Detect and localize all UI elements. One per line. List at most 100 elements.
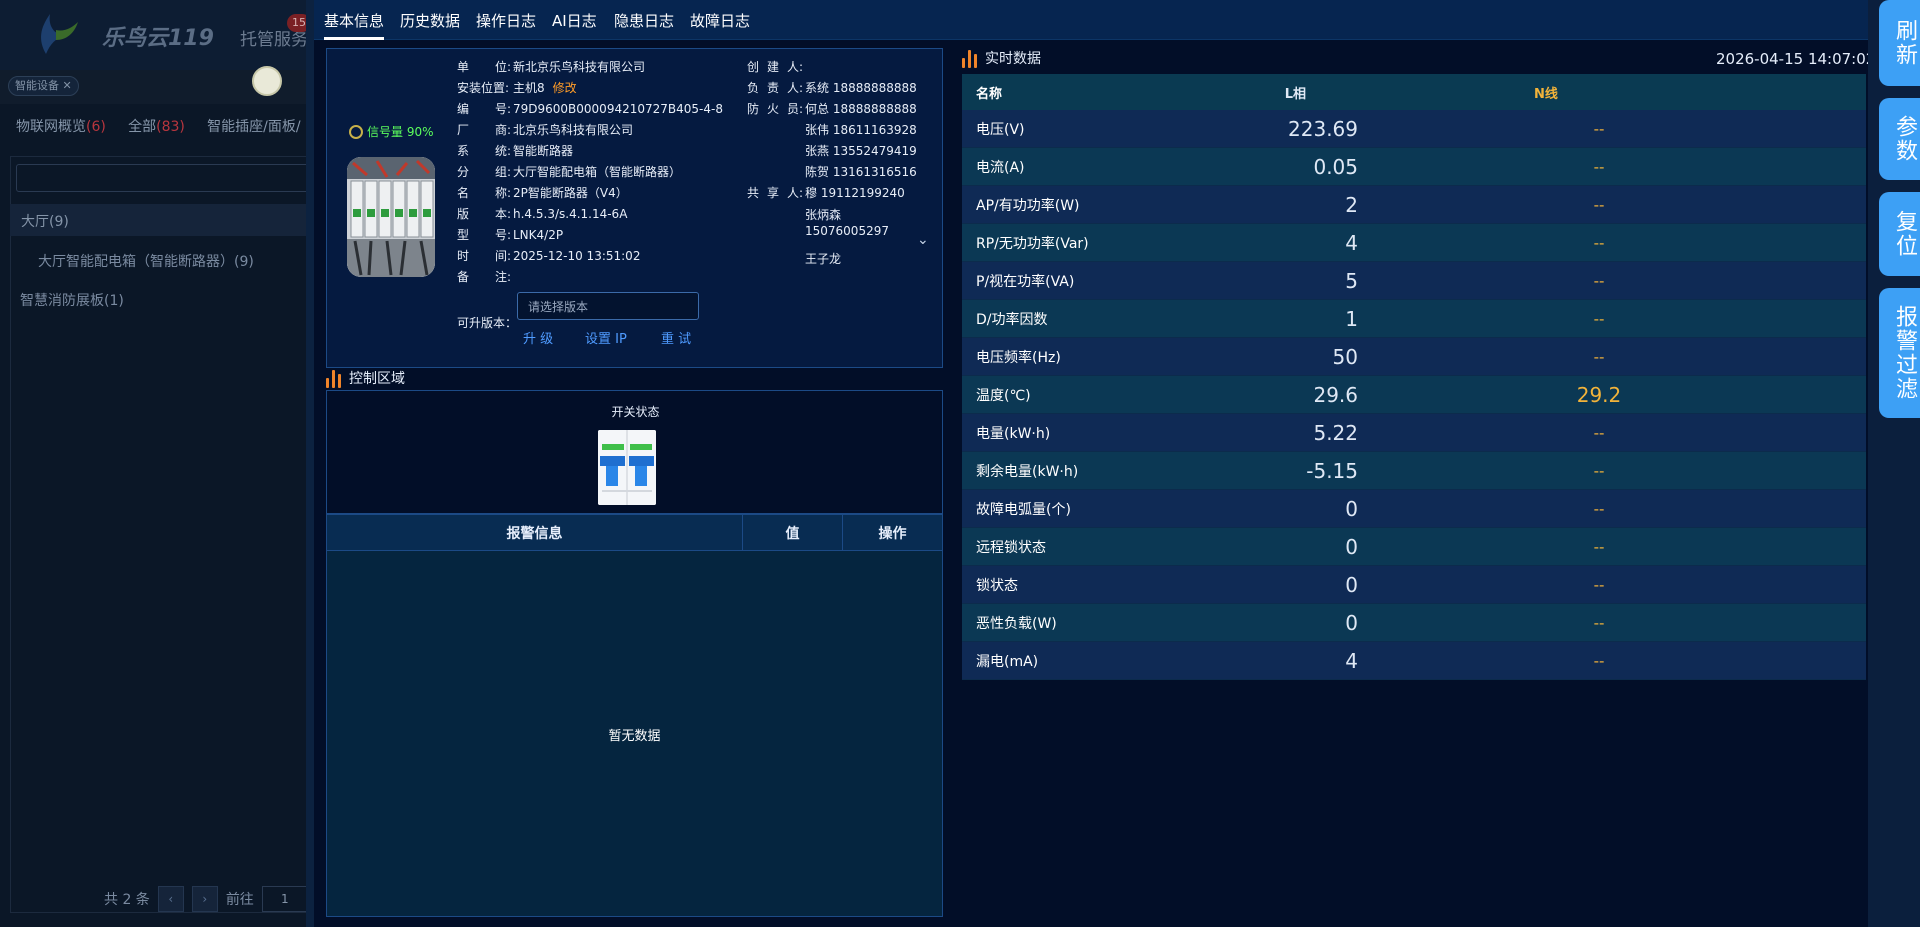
realtime-title: 实时数据 bbox=[962, 48, 1041, 68]
owners-fields: 创建人: 负责人: 系统 18888888888 防火员: 何总 188888888… bbox=[747, 57, 925, 270]
bg-tab-all[interactable]: 全部(83) bbox=[128, 119, 185, 135]
breaker-switch-icon[interactable] bbox=[598, 430, 656, 505]
metric-name: 恶性负载(W) bbox=[976, 615, 1057, 632]
metric-n-value: -- bbox=[1593, 119, 1605, 138]
avatar[interactable] bbox=[252, 66, 282, 96]
realtime-table-body: 电压(V) 223.69 -- 电流(A) 0.05 -- AP/有功功率(W) 2 -- RP/… bbox=[962, 110, 1866, 680]
tab-fault-log[interactable]: 故障日志 bbox=[690, 10, 750, 31]
alarm-header-info: 报警信息 bbox=[327, 515, 743, 550]
metric-l-value: 5.22 bbox=[1313, 420, 1358, 445]
metric-name: 远程锁状态 bbox=[976, 539, 1046, 556]
metric-name: 锁状态 bbox=[976, 577, 1018, 594]
metric-n-value: -- bbox=[1593, 499, 1605, 518]
info-row-remark: 备注: bbox=[457, 270, 511, 284]
control-area: 开关状态 bbox=[326, 390, 943, 514]
metric-name: 剩余电量(kW·h) bbox=[976, 463, 1079, 480]
tab-basic-info[interactable]: 基本信息 bbox=[324, 10, 385, 40]
metric-l-value: 2 bbox=[1345, 192, 1358, 217]
realtime-row: 电压频率(Hz) 50 -- bbox=[962, 338, 1866, 376]
realtime-row: 电量(kW·h) 5.22 -- bbox=[962, 414, 1866, 452]
signal-icon bbox=[349, 124, 363, 139]
bars-icon bbox=[326, 368, 341, 388]
info-row-unit: 单位: 新北京乐鸟科技有限公司 bbox=[457, 60, 646, 74]
tree-item[interactable]: 大厅(9) bbox=[10, 204, 310, 236]
info-row-name: 名称: 2P智能断路器（V4） bbox=[457, 186, 628, 200]
realtime-row: RP/无功功率(Var) 4 -- bbox=[962, 224, 1866, 262]
device-detail-modal: 基本信息 历史数据 操作日志 AI日志 隐患日志 故障日志 信号量 90% 单 … bbox=[306, 0, 1876, 927]
realtime-row: 电压(V) 223.69 -- bbox=[962, 110, 1866, 148]
metric-name: 漏电(mA) bbox=[976, 653, 1039, 670]
info-row-system: 系统: 智能断路器 bbox=[457, 144, 574, 158]
realtime-row: P/视在功率(VA) 5 -- bbox=[962, 262, 1866, 300]
prev-page-button[interactable]: ‹ bbox=[157, 886, 184, 912]
realtime-title-text: 实时数据 bbox=[985, 51, 1041, 67]
metric-l-value: 0 bbox=[1345, 610, 1358, 635]
metric-l-value: 0 bbox=[1345, 496, 1358, 521]
realtime-table-header: 名称 L相 N线 bbox=[962, 74, 1866, 110]
tag-label: 智能设备 bbox=[15, 79, 59, 92]
metric-name: RP/无功功率(Var) bbox=[976, 235, 1089, 252]
bars-icon bbox=[962, 48, 977, 68]
metric-n-value: -- bbox=[1593, 423, 1605, 442]
upgrade-button[interactable]: 升 级 bbox=[523, 328, 553, 347]
metric-n-value: -- bbox=[1593, 157, 1605, 176]
version-label: 可升版本： bbox=[457, 316, 518, 330]
metric-name: 电流(A) bbox=[976, 159, 1025, 176]
realtime-row: 漏电(mA) 4 -- bbox=[962, 642, 1866, 680]
tab-operation-log[interactable]: 操作日志 bbox=[476, 10, 536, 31]
tree-item[interactable]: 智慧消防展板(1) bbox=[20, 290, 124, 310]
tag-chip[interactable]: 智能设备 ✕ bbox=[8, 76, 79, 96]
realtime-row: 恶性负载(W) 0 -- bbox=[962, 604, 1866, 642]
metric-l-value: -5.15 bbox=[1306, 458, 1358, 483]
chevron-down-icon[interactable]: ⌄ bbox=[917, 232, 929, 248]
detail-tabbar: 基本信息 历史数据 操作日志 AI日志 隐患日志 故障日志 bbox=[314, 0, 1876, 40]
info-row-model: 型号: LNK4/2P bbox=[457, 228, 564, 242]
metric-n-value: -- bbox=[1593, 461, 1605, 480]
close-icon[interactable]: ✕ bbox=[63, 79, 72, 92]
metric-n-value: -- bbox=[1593, 233, 1605, 252]
refresh-button[interactable]: 刷新 bbox=[1879, 0, 1920, 86]
tab-history[interactable]: 历史数据 bbox=[400, 10, 460, 31]
reset-button[interactable]: 复位 bbox=[1879, 192, 1920, 276]
tab-ai-log[interactable]: AI日志 bbox=[552, 10, 597, 31]
pager-goto: 前往 bbox=[225, 892, 254, 908]
creator-row: 创建人: bbox=[747, 60, 803, 74]
bg-search-input[interactable] bbox=[16, 164, 316, 192]
alarm-empty-text: 暂无数据 bbox=[608, 729, 661, 744]
signal-strength: 信号量 90% bbox=[349, 123, 434, 140]
next-page-button[interactable]: › bbox=[191, 886, 218, 912]
metric-l-value: 5 bbox=[1345, 268, 1358, 293]
metric-l-value: 0 bbox=[1345, 572, 1358, 597]
metric-n-value: -- bbox=[1593, 537, 1605, 556]
tree-item[interactable]: 大厅智能配电箱（智能断路器）(9) bbox=[38, 251, 254, 271]
alarm-filter-button[interactable]: 报警过滤 bbox=[1879, 288, 1920, 418]
info-fields: 单位: 新北京乐鸟科技有限公司 安装位置: 主机8 修改 编号: 79D9600B000… bbox=[457, 57, 723, 288]
params-button[interactable]: 参数 bbox=[1879, 98, 1920, 180]
bg-tab-smart-socket[interactable]: 智能插座/面板/ bbox=[207, 119, 300, 135]
set-ip-button[interactable]: 设置 IP bbox=[585, 328, 627, 347]
metric-name: P/视在功率(VA) bbox=[976, 273, 1075, 290]
metric-n-value: -- bbox=[1593, 347, 1605, 366]
metric-name: 故障电弧量(个) bbox=[976, 501, 1071, 518]
metric-name: 电压频率(Hz) bbox=[976, 349, 1061, 366]
metric-l-value: 0 bbox=[1345, 534, 1358, 559]
metric-l-value: 223.69 bbox=[1288, 116, 1358, 141]
control-title-text: 控制区域 bbox=[349, 371, 405, 387]
info-row-vendor: 厂商: 北京乐鸟科技有限公司 bbox=[457, 123, 634, 137]
alarm-table: 报警信息 值 操作 暂无数据 bbox=[326, 514, 943, 917]
metric-name: 电压(V) bbox=[976, 121, 1025, 138]
modify-location-link[interactable]: 修改 bbox=[553, 78, 577, 99]
version-select[interactable]: 请选择版本 bbox=[517, 292, 699, 320]
logo-icon bbox=[41, 14, 78, 54]
tab-hazard-log[interactable]: 隐患日志 bbox=[614, 10, 674, 31]
page-input[interactable]: 1 bbox=[261, 886, 308, 912]
retry-button[interactable]: 重 试 bbox=[661, 328, 691, 347]
bg-tabs: 物联网概览(6) 全部(83) 智能插座/面板/ bbox=[16, 116, 301, 136]
metric-n-value: -- bbox=[1593, 195, 1605, 214]
alarm-header-value: 值 bbox=[743, 515, 843, 550]
metric-name: AP/有功功率(W) bbox=[976, 197, 1080, 214]
bg-tab-overview[interactable]: 物联网概览(6) bbox=[16, 119, 106, 135]
metric-n-value: -- bbox=[1593, 575, 1605, 594]
metric-l-value: 50 bbox=[1332, 344, 1358, 369]
metric-n-value: -- bbox=[1593, 309, 1605, 328]
